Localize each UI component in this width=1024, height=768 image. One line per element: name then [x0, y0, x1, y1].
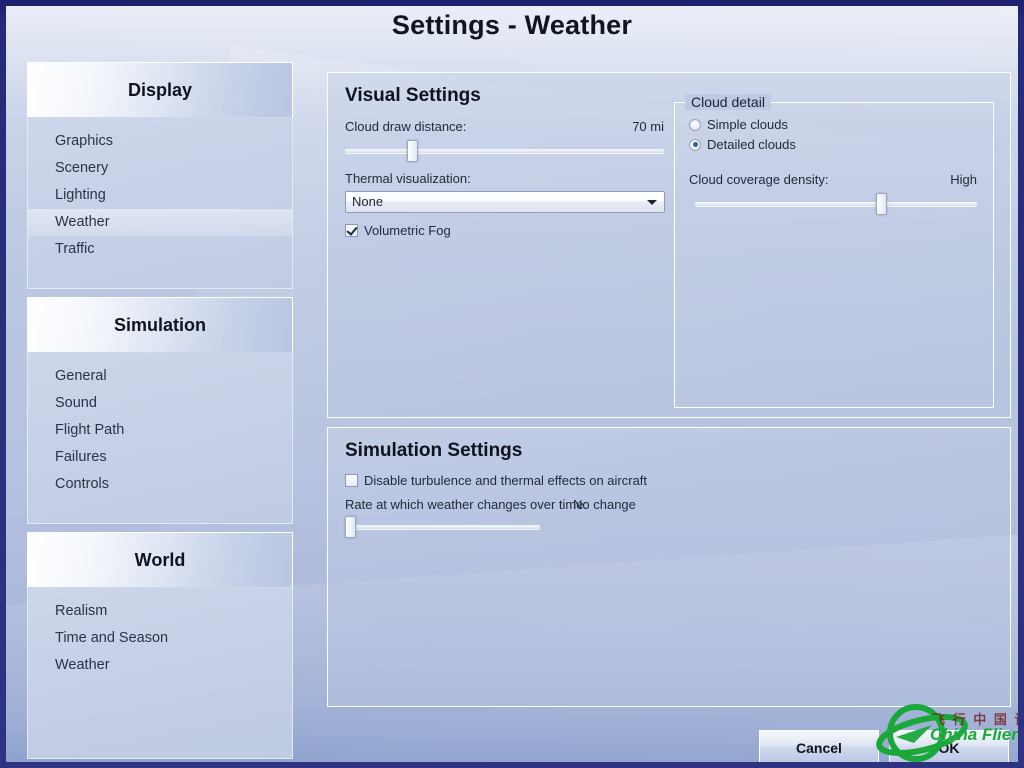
sidebar-group-world: World Realism Time and Season Weather: [27, 532, 293, 759]
sidebar-item-flight-path[interactable]: Flight Path: [28, 417, 292, 444]
sidebar-group-title: Simulation: [114, 315, 206, 336]
disable-turbulence-checkbox[interactable]: [345, 474, 358, 487]
volumetric-fog-checkbox[interactable]: [345, 224, 358, 237]
slider-thumb[interactable]: [345, 516, 356, 538]
sidebar-item-controls[interactable]: Controls: [28, 471, 292, 498]
sidebar-group-title: Display: [128, 80, 192, 101]
sidebar-item-general[interactable]: General: [28, 363, 292, 390]
cloud-detail-legend: Cloud detail: [685, 94, 771, 110]
simple-clouds-radio[interactable]: [689, 119, 701, 131]
disable-turbulence-checkbox-row[interactable]: Disable turbulence and thermal effects o…: [345, 473, 647, 488]
ok-button[interactable]: OK: [889, 730, 1009, 762]
sidebar-group-body-simulation: General Sound Flight Path Failures Contr…: [27, 353, 293, 524]
slider-thumb[interactable]: [876, 193, 887, 215]
cloud-detail-groupbox: Cloud detail Simple clouds Detailed clou…: [674, 102, 994, 408]
sidebar-group-header-simulation[interactable]: Simulation: [27, 297, 293, 353]
sidebar: Display Graphics Scenery Lighting Weathe…: [27, 62, 293, 762]
detailed-clouds-radio-row[interactable]: Detailed clouds: [689, 137, 796, 152]
simulation-settings-panel: Simulation Settings Disable turbulence a…: [327, 427, 1011, 707]
sidebar-item-failures[interactable]: Failures: [28, 444, 292, 471]
sidebar-group-simulation: Simulation General Sound Flight Path Fai…: [27, 297, 293, 524]
sidebar-item-weather[interactable]: Weather: [28, 209, 292, 236]
volumetric-fog-checkbox-row[interactable]: Volumetric Fog: [345, 223, 451, 238]
volumetric-fog-label: Volumetric Fog: [364, 223, 451, 238]
sidebar-group-body-world: Realism Time and Season Weather: [27, 588, 293, 759]
slider-track: [695, 202, 977, 206]
cloud-draw-distance-value: 70 mi: [611, 119, 664, 134]
ok-button-label: OK: [939, 740, 960, 756]
slider-track: [345, 525, 540, 529]
sidebar-item-world-weather[interactable]: Weather: [28, 652, 292, 679]
cloud-coverage-density-value: High: [907, 172, 977, 187]
cloud-coverage-density-label: Cloud coverage density:: [689, 172, 828, 187]
sidebar-group-header-display[interactable]: Display: [27, 62, 293, 118]
disable-turbulence-label: Disable turbulence and thermal effects o…: [364, 473, 647, 488]
simple-clouds-label: Simple clouds: [707, 117, 788, 132]
dialog-surface: Settings - Weather Display Graphics Scen…: [6, 6, 1018, 762]
simple-clouds-radio-row[interactable]: Simple clouds: [689, 117, 788, 132]
sidebar-group-display: Display Graphics Scenery Lighting Weathe…: [27, 62, 293, 289]
sidebar-item-time-and-season[interactable]: Time and Season: [28, 625, 292, 652]
thermal-visualization-value: None: [352, 194, 383, 209]
thermal-visualization-select[interactable]: None: [345, 191, 665, 213]
chevron-down-icon[interactable]: [647, 200, 657, 205]
cancel-button[interactable]: Cancel: [759, 730, 879, 762]
title-bar: Settings - Weather: [6, 10, 1018, 41]
sidebar-item-lighting[interactable]: Lighting: [28, 182, 292, 209]
weather-change-rate-label: Rate at which weather changes over time:: [345, 497, 587, 512]
sidebar-group-body-display: Graphics Scenery Lighting Weather Traffi…: [27, 118, 293, 289]
slider-track: [345, 149, 664, 153]
cancel-button-label: Cancel: [796, 740, 842, 756]
slider-thumb[interactable]: [407, 140, 418, 162]
sidebar-group-header-world[interactable]: World: [27, 532, 293, 588]
sidebar-item-graphics[interactable]: Graphics: [28, 128, 292, 155]
cloud-coverage-density-slider[interactable]: [695, 195, 977, 213]
detailed-clouds-radio[interactable]: [689, 139, 701, 151]
cloud-draw-distance-label: Cloud draw distance:: [345, 119, 466, 134]
settings-window: Settings - Weather Display Graphics Scen…: [0, 0, 1024, 768]
thermal-visualization-label: Thermal visualization:: [345, 171, 471, 186]
page-title: Settings - Weather: [392, 10, 632, 40]
watermark-cn-text: 飞 行 中 国 论 坛: [932, 709, 1018, 728]
simulation-settings-title: Simulation Settings: [345, 440, 522, 462]
sidebar-item-scenery[interactable]: Scenery: [28, 155, 292, 182]
cloud-draw-distance-slider[interactable]: [345, 142, 664, 160]
sidebar-item-traffic[interactable]: Traffic: [28, 236, 292, 263]
sidebar-group-title: World: [135, 550, 186, 571]
weather-change-rate-value: No change: [573, 497, 636, 512]
sidebar-item-realism[interactable]: Realism: [28, 598, 292, 625]
visual-settings-title: Visual Settings: [345, 85, 481, 107]
detailed-clouds-label: Detailed clouds: [707, 137, 796, 152]
weather-change-rate-slider[interactable]: [345, 518, 540, 536]
visual-settings-panel: Visual Settings Cloud draw distance: 70 …: [327, 72, 1011, 418]
sidebar-item-sound[interactable]: Sound: [28, 390, 292, 417]
